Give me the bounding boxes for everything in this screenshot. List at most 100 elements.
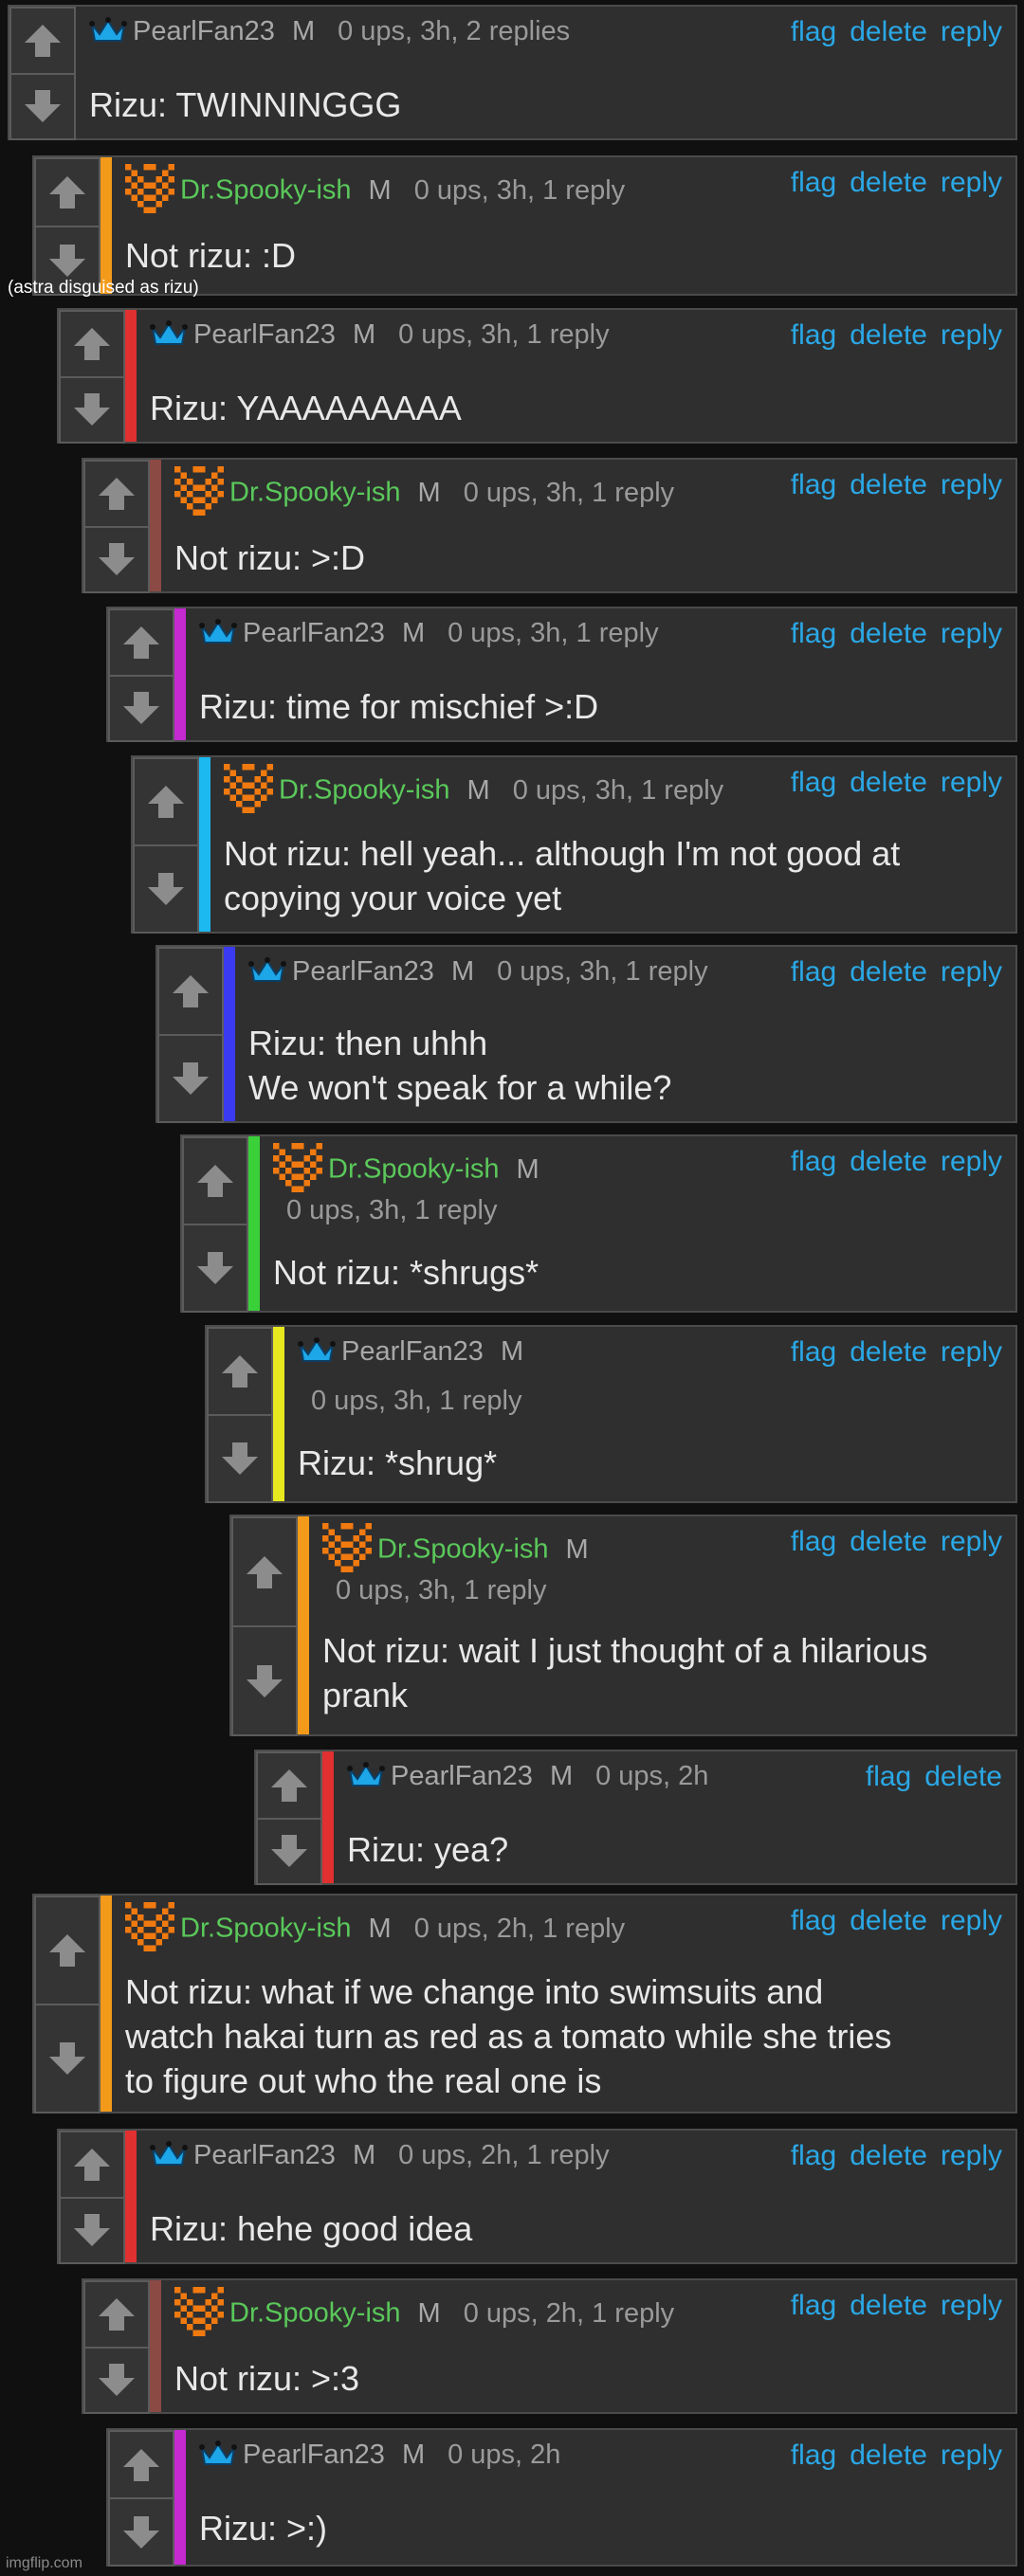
reply-link[interactable]: reply — [941, 1526, 1002, 1557]
reply-link[interactable]: reply — [941, 1905, 1002, 1936]
upvote-button[interactable] — [157, 947, 224, 1036]
username-link[interactable]: Dr.Spooky-ish — [229, 478, 401, 508]
upvote-button[interactable] — [59, 2131, 125, 2199]
flag-link[interactable]: flag — [791, 319, 836, 351]
upvote-button[interactable] — [34, 157, 101, 227]
crown-avatar-icon — [248, 957, 286, 983]
upvote-button[interactable] — [59, 310, 125, 378]
reply-link[interactable]: reply — [941, 767, 1002, 798]
username-link[interactable]: Dr.Spooky-ish — [180, 1914, 352, 1944]
delete-link[interactable]: delete — [850, 1526, 927, 1557]
gender-badge: M — [417, 2297, 441, 2329]
delete-link[interactable]: delete — [850, 319, 927, 351]
reply-link[interactable]: reply — [941, 16, 1002, 47]
username-link[interactable]: Dr.Spooky-ish — [229, 2298, 401, 2329]
username-link[interactable]: Dr.Spooky-ish — [279, 775, 450, 806]
downvote-button[interactable] — [83, 525, 150, 593]
delete-link[interactable]: delete — [850, 767, 927, 798]
username-link[interactable]: PearlFan23 — [292, 956, 434, 987]
downvote-button[interactable] — [9, 72, 76, 140]
upvote-button[interactable] — [83, 460, 150, 528]
flag-link[interactable]: flag — [791, 1905, 836, 1936]
flag-link[interactable]: flag — [791, 2290, 836, 2321]
gender-badge: M — [417, 477, 441, 508]
downvote-button[interactable] — [207, 1414, 273, 1503]
flag-link[interactable]: flag — [791, 469, 836, 500]
reply-link[interactable]: reply — [941, 1336, 1002, 1368]
delete-link[interactable]: delete — [924, 1761, 1002, 1792]
username-link[interactable]: PearlFan23 — [193, 319, 336, 350]
reply-link[interactable]: reply — [941, 956, 1002, 988]
upvote-button[interactable] — [231, 1516, 298, 1627]
username-link[interactable]: Dr.Spooky-ish — [328, 1154, 500, 1185]
reply-link[interactable]: reply — [941, 2140, 1002, 2171]
username-link[interactable]: PearlFan23 — [391, 1761, 533, 1791]
delete-link[interactable]: delete — [850, 1336, 927, 1368]
delete-link[interactable]: delete — [850, 2440, 927, 2471]
downvote-button[interactable] — [59, 2196, 125, 2264]
upvote-button[interactable] — [83, 2280, 150, 2349]
flag-link[interactable]: flag — [791, 16, 836, 47]
flag-link[interactable]: flag — [791, 1336, 836, 1368]
reply-link[interactable]: reply — [941, 618, 1002, 649]
username-link[interactable]: Dr.Spooky-ish — [377, 1534, 549, 1565]
downvote-button[interactable] — [108, 674, 174, 742]
delete-link[interactable]: delete — [850, 1905, 927, 1936]
downvote-button[interactable] — [231, 1625, 298, 1736]
delete-link[interactable]: delete — [850, 2290, 927, 2321]
flag-link[interactable]: flag — [791, 1146, 836, 1177]
reply-link[interactable]: reply — [941, 2440, 1002, 2471]
flag-link[interactable]: flag — [791, 767, 836, 798]
reply-link[interactable]: reply — [941, 2290, 1002, 2321]
upvote-button[interactable] — [256, 1751, 322, 1820]
username-link[interactable]: PearlFan23 — [243, 618, 385, 648]
downvote-button[interactable] — [256, 1817, 322, 1885]
username-link[interactable]: PearlFan23 — [243, 2440, 385, 2470]
username-link[interactable]: PearlFan23 — [341, 1336, 484, 1367]
delete-link[interactable]: delete — [850, 469, 927, 500]
comment-meta: 0 ups, 2h, 1 reply — [398, 2140, 610, 2170]
downvote-button[interactable] — [34, 2004, 101, 2113]
downvote-button[interactable] — [182, 1224, 248, 1313]
upvote-button[interactable] — [207, 1327, 273, 1416]
reply-link[interactable]: reply — [941, 167, 1002, 198]
downvote-button[interactable] — [59, 375, 125, 444]
crown-avatar-icon — [347, 1762, 385, 1787]
delete-link[interactable]: delete — [850, 167, 927, 198]
downvote-button[interactable] — [83, 2346, 150, 2414]
flag-link[interactable]: flag — [791, 618, 836, 649]
upvote-button[interactable] — [108, 608, 174, 677]
flag-link[interactable]: flag — [791, 167, 836, 198]
delete-link[interactable]: delete — [850, 2140, 927, 2171]
username-link[interactable]: PearlFan23 — [193, 2140, 336, 2170]
downvote-button[interactable] — [157, 1034, 224, 1123]
username-link[interactable]: Dr.Spooky-ish — [180, 175, 352, 206]
comment-body: PearlFan23 M 0 ups, 2h, 1 reply flag delete r… — [137, 2131, 1015, 2262]
delete-link[interactable]: delete — [850, 956, 927, 988]
comment-text: Rizu: then uhhh We won't speak for a whil… — [248, 1021, 1002, 1110]
upvote-button[interactable] — [108, 2430, 174, 2499]
flag-link[interactable]: flag — [866, 1761, 911, 1792]
upvote-button[interactable] — [9, 7, 76, 75]
vote-controls — [182, 1136, 248, 1313]
comment-text: Rizu: time for mischief >:D — [199, 684, 1002, 729]
reply-link[interactable]: reply — [941, 1146, 1002, 1177]
upvote-button[interactable] — [182, 1136, 248, 1225]
username-link[interactable]: PearlFan23 — [133, 16, 275, 46]
flag-link[interactable]: flag — [791, 2140, 836, 2171]
upvote-button[interactable] — [133, 757, 199, 846]
flag-link[interactable]: flag — [791, 2440, 836, 2471]
downvote-button[interactable] — [108, 2497, 174, 2567]
gender-badge: M — [549, 1761, 574, 1791]
delete-link[interactable]: delete — [850, 618, 927, 649]
delete-link[interactable]: delete — [850, 1146, 927, 1177]
downvote-button[interactable] — [133, 844, 199, 934]
flag-link[interactable]: flag — [791, 956, 836, 988]
upvote-button[interactable] — [34, 1896, 101, 2005]
reply-link[interactable]: reply — [941, 319, 1002, 351]
reply-link[interactable]: reply — [941, 469, 1002, 500]
flag-link[interactable]: flag — [791, 1526, 836, 1557]
comment-text: Rizu: *shrug* — [298, 1441, 1002, 1485]
delete-link[interactable]: delete — [850, 16, 927, 47]
vote-controls — [108, 2430, 174, 2567]
